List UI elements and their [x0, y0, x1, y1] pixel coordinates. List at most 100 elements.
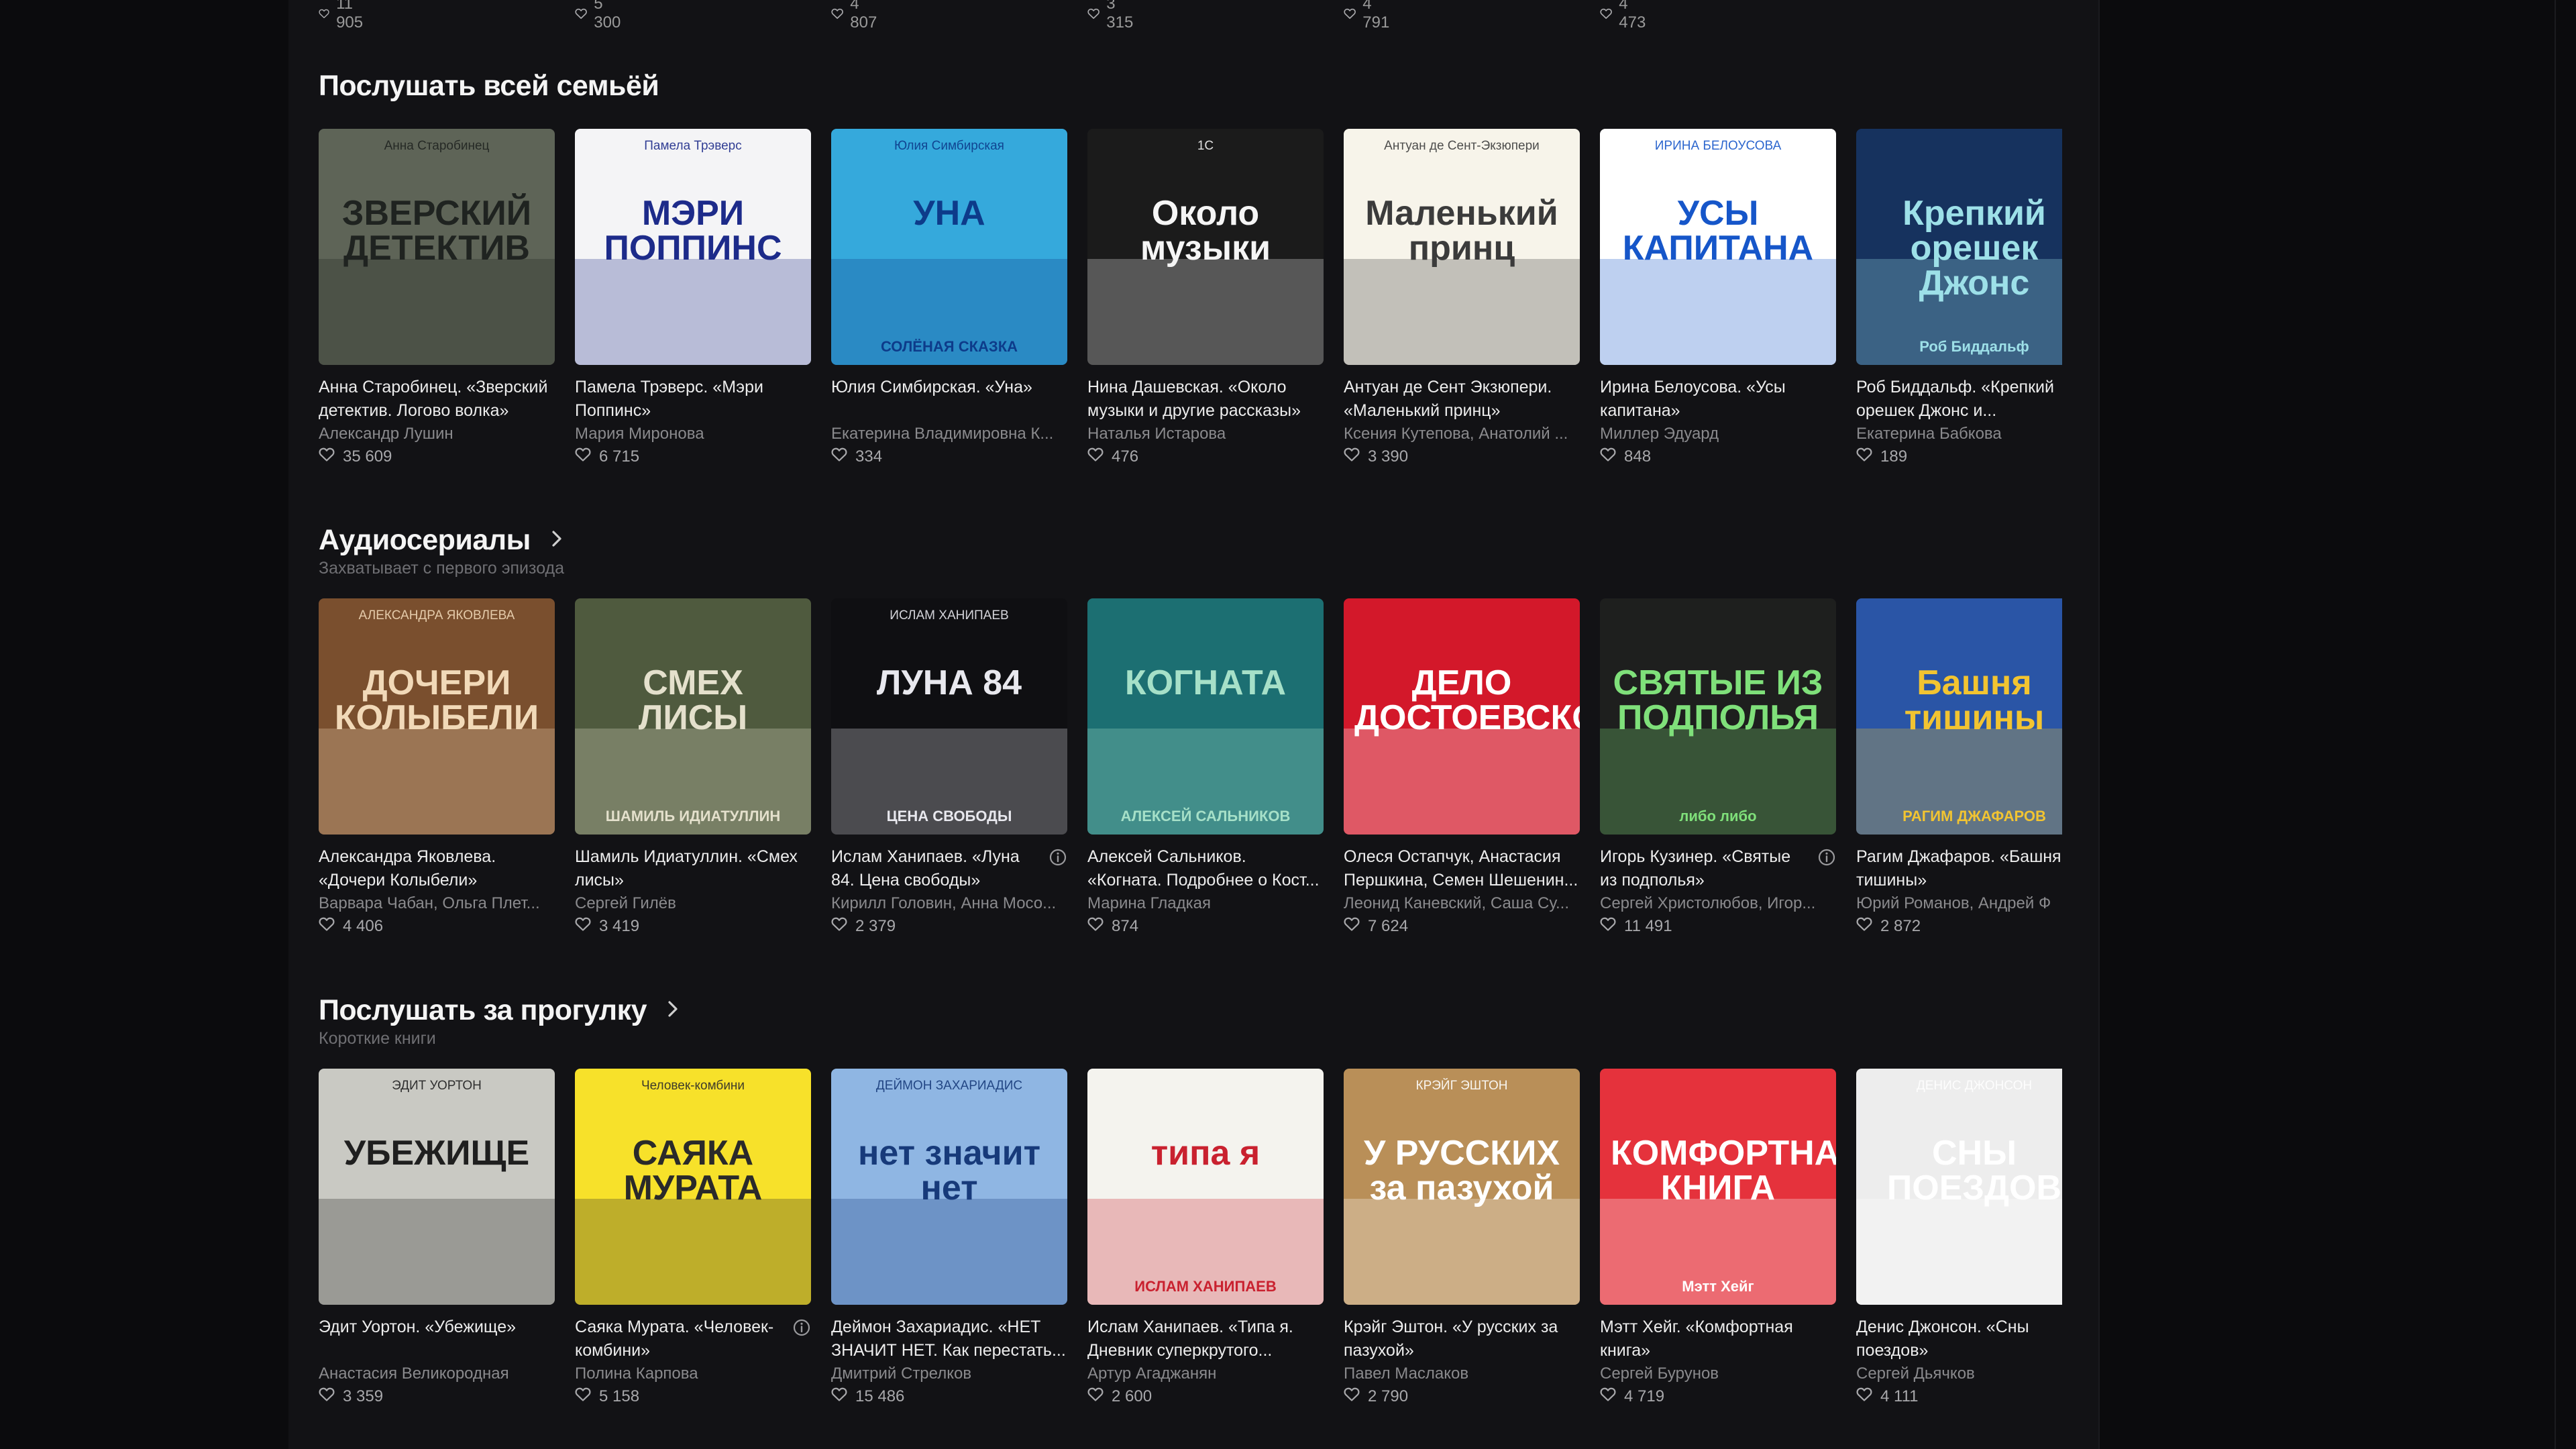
- book-title[interactable]: Александра Яковлева. «Дочери Колыбели»: [319, 845, 555, 892]
- book-narrator[interactable]: Леонид Каневский, Саша Су...: [1344, 892, 1580, 915]
- book-card[interactable]: ДЕЛО ДОСТОЕВСКОГО Олеся Остапчук, Анастас…: [1344, 598, 1580, 938]
- book-cover[interactable]: 1С Около музыки: [1087, 129, 1324, 365]
- heart-icon[interactable]: [575, 1385, 591, 1408]
- book-narrator[interactable]: Сергей Христолюбов, Игор...: [1600, 892, 1836, 915]
- book-title-text[interactable]: Рагим Джафаров. «Башня тишины»: [1856, 847, 2061, 890]
- book-title-text[interactable]: Эдит Уортон. «Убежище»: [319, 1318, 516, 1336]
- book-narrator[interactable]: Павел Маслаков: [1344, 1362, 1580, 1385]
- book-card[interactable]: 1С Около музыки Нина Дашевская. «Около муз…: [1087, 129, 1324, 468]
- section-header[interactable]: Аудиосериалы: [319, 521, 2066, 559]
- book-cover[interactable]: типа я ИСЛАМ ХАНИПАЕВ: [1087, 1069, 1324, 1305]
- book-narrator[interactable]: Полина Карпова: [575, 1362, 811, 1385]
- book-cover[interactable]: Башня тишины РАГИМ ДЖАФАРОВ: [1856, 598, 2062, 835]
- book-cover[interactable]: АЛЕКСАНДРА ЯКОВЛЕВА ДОЧЕРИ КОЛЫБЕЛИ: [319, 598, 555, 835]
- book-card[interactable]: ЭДИТ УОРТОН УБЕЖИЩЕ Эдит Уортон. «Убежище»…: [319, 1069, 555, 1408]
- book-narrator[interactable]: Наталья Истарова: [1087, 423, 1324, 445]
- heart-icon[interactable]: [1600, 915, 1616, 938]
- book-card[interactable]: АЛЕКСАНДРА ЯКОВЛЕВА ДОЧЕРИ КОЛЫБЕЛИ Алекса…: [319, 598, 555, 938]
- book-card[interactable]: СВЯТЫЕ ИЗ ПОДПОЛЬЯ либо либо Игорь Кузинер…: [1600, 598, 1836, 938]
- book-cover[interactable]: ИСЛАМ ХАНИПАЕВ ЛУНА 84 ЦЕНА СВОБОДЫ: [831, 598, 1067, 835]
- book-cover[interactable]: КРЭЙГ ЭШТОН У РУССКИХ за пазухой: [1344, 1069, 1580, 1305]
- book-title[interactable]: Деймон Захариадис. «НЕТ ЗНАЧИТ НЕТ. Как …: [831, 1316, 1067, 1362]
- heart-icon[interactable]: [831, 1385, 847, 1408]
- book-title-text[interactable]: Ислам Ханипаев. «Типа я. Дневник суперкр…: [1087, 1318, 1293, 1360]
- section-header[interactable]: Послушать за прогулку: [319, 991, 2066, 1029]
- heart-icon[interactable]: [575, 445, 591, 468]
- book-title-text[interactable]: Саяка Мурата. «Человек-комбини»: [575, 1318, 773, 1360]
- book-title[interactable]: Нина Дашевская. «Около музыки и другие р…: [1087, 376, 1324, 423]
- book-title[interactable]: Крэйг Эштон. «У русских за пазухой»: [1344, 1316, 1580, 1362]
- book-card[interactable]: Башня тишины РАГИМ ДЖАФАРОВ Рагим Джафаров…: [1856, 598, 2062, 938]
- heart-icon[interactable]: [1087, 445, 1104, 468]
- book-narrator[interactable]: Екатерина Владимировна К...: [831, 423, 1067, 445]
- book-title-text[interactable]: Олеся Остапчук, Анастасия Першкина, Семе…: [1344, 847, 1578, 890]
- book-title[interactable]: Ислам Ханипаев. «Типа я. Дневник суперкр…: [1087, 1316, 1324, 1362]
- heart-icon[interactable]: [1344, 915, 1360, 938]
- book-cover[interactable]: Анна Старобинец ЗВЕРСКИЙ ДЕТЕКТИВ: [319, 129, 555, 365]
- book-card[interactable]: ИСЛАМ ХАНИПАЕВ ЛУНА 84 ЦЕНА СВОБОДЫ Ислам Х…: [831, 598, 1067, 938]
- book-title-text[interactable]: Денис Джонсон. «Сны поездов»: [1856, 1318, 2029, 1360]
- book-title[interactable]: Роб Биддальф. «Крепкий орешек Джонс и...: [1856, 376, 2062, 423]
- book-title[interactable]: Игорь Кузинер. «Святые из подполья»: [1600, 845, 1836, 892]
- book-cover[interactable]: Крепкий орешек Джонс Роб Биддальф: [1856, 129, 2062, 365]
- book-title[interactable]: Памела Трэверс. «Мэри Поппинс»: [575, 376, 811, 423]
- book-title-text[interactable]: Крэйг Эштон. «У русских за пазухой»: [1344, 1318, 1558, 1360]
- book-title-text[interactable]: Антуан де Сент Экзюпери. «Маленький прин…: [1344, 378, 1552, 420]
- heart-icon[interactable]: [1600, 1385, 1616, 1408]
- book-cover[interactable]: Антуан де Сент-Экзюпери Маленький принц: [1344, 129, 1580, 365]
- book-narrator[interactable]: Мария Миронова: [575, 423, 811, 445]
- heart-icon[interactable]: [1600, 445, 1616, 468]
- book-title[interactable]: Ирина Белоусова. «Усы капитана»: [1600, 376, 1836, 423]
- book-title-text[interactable]: Юлия Симбирская. «Уна»: [831, 378, 1032, 396]
- book-cover[interactable]: ДЕЛО ДОСТОЕВСКОГО: [1344, 598, 1580, 835]
- heart-icon[interactable]: [831, 445, 847, 468]
- book-title-text[interactable]: Ирина Белоусова. «Усы капитана»: [1600, 378, 1786, 420]
- book-narrator[interactable]: Сергей Дьячков: [1856, 1362, 2062, 1385]
- book-narrator[interactable]: Кирилл Головин, Анна Мосо...: [831, 892, 1067, 915]
- section-title[interactable]: Аудиосериалы: [319, 524, 531, 557]
- book-card[interactable]: Юлия Симбирская УНА СОЛЁНАЯ СКАЗКА Юлия Сим…: [831, 129, 1067, 468]
- heart-icon[interactable]: [319, 915, 335, 938]
- heart-icon[interactable]: [1856, 445, 1872, 468]
- book-card[interactable]: ДЕНИС ДЖОНСОН СНЫ ПОЕЗДОВ Денис Джонсон. «…: [1856, 1069, 2062, 1408]
- book-title-text[interactable]: Алексей Сальников. «Когната. Подробнее о…: [1087, 847, 1320, 890]
- book-narrator[interactable]: Варвара Чабан, Ольга Плет...: [319, 892, 555, 915]
- book-title-text[interactable]: Нина Дашевская. «Около музыки и другие р…: [1087, 378, 1301, 420]
- book-narrator[interactable]: Дмитрий Стрелков: [831, 1362, 1067, 1385]
- chevron-right-icon[interactable]: [664, 1000, 682, 1021]
- heart-icon[interactable]: [1344, 445, 1360, 468]
- book-card[interactable]: Крепкий орешек Джонс Роб Биддальф Роб Бидд…: [1856, 129, 2062, 468]
- book-narrator[interactable]: Артур Агаджанян: [1087, 1362, 1324, 1385]
- book-card[interactable]: Человек-комбини САЯКА МУРАТА Саяка Мурата.…: [575, 1069, 811, 1408]
- book-narrator[interactable]: Юрий Романов, Андрей Ф: [1856, 892, 2062, 915]
- book-title-text[interactable]: Деймон Захариадис. «НЕТ ЗНАЧИТ НЕТ. Как …: [831, 1318, 1066, 1360]
- book-cover[interactable]: ДЕНИС ДЖОНСОН СНЫ ПОЕЗДОВ: [1856, 1069, 2062, 1305]
- book-cover[interactable]: ИРИНА БЕЛОУСОВА УСЫ КАПИТАНА: [1600, 129, 1836, 365]
- book-title[interactable]: Юлия Симбирская. «Уна»: [831, 376, 1067, 423]
- book-cover[interactable]: Памела Трэверс МЭРИ ПОППИНС: [575, 129, 811, 365]
- book-card[interactable]: КОМФОРТНАЯ КНИГА Мэтт Хейг Мэтт Хейг. «Ком…: [1600, 1069, 1836, 1408]
- book-title[interactable]: Шамиль Идиатуллин. «Смех лисы»: [575, 845, 811, 892]
- book-title[interactable]: Саяка Мурата. «Человек-комбини»: [575, 1316, 811, 1362]
- heart-icon[interactable]: [575, 915, 591, 938]
- book-title-text[interactable]: Ислам Ханипаев. «Луна 84. Цена свободы»: [831, 847, 1020, 890]
- book-cover[interactable]: КОМФОРТНАЯ КНИГА Мэтт Хейг: [1600, 1069, 1836, 1305]
- heart-icon[interactable]: [1087, 1385, 1104, 1408]
- book-narrator[interactable]: Ксения Кутепова, Анатолий ...: [1344, 423, 1580, 445]
- book-cover[interactable]: СМЕХ ЛИСЫ ШАМИЛЬ ИДИАТУЛЛИН: [575, 598, 811, 835]
- heart-icon[interactable]: [1856, 915, 1872, 938]
- book-card[interactable]: ДЕЙМОН ЗАХАРИАДИС нет значит нет Деймон За…: [831, 1069, 1067, 1408]
- book-narrator[interactable]: Миллер Эдуард: [1600, 423, 1836, 445]
- book-narrator[interactable]: Марина Гладкая: [1087, 892, 1324, 915]
- heart-icon[interactable]: [1856, 1385, 1872, 1408]
- book-narrator[interactable]: Сергей Гилёв: [575, 892, 811, 915]
- heart-icon[interactable]: [1344, 1385, 1360, 1408]
- book-title[interactable]: Денис Джонсон. «Сны поездов»: [1856, 1316, 2062, 1362]
- book-cover[interactable]: Человек-комбини САЯКА МУРАТА: [575, 1069, 811, 1305]
- book-card[interactable]: КРЭЙГ ЭШТОН У РУССКИХ за пазухой Крэйг Эшт…: [1344, 1069, 1580, 1408]
- book-title-text[interactable]: Игорь Кузинер. «Святые из подполья»: [1600, 847, 1790, 890]
- book-title[interactable]: Алексей Сальников. «Когната. Подробнее о…: [1087, 845, 1324, 892]
- book-card[interactable]: КОГНАТА АЛЕКСЕЙ САЛЬНИКОВ Алексей Сальнико…: [1087, 598, 1324, 938]
- book-card[interactable]: Памела Трэверс МЭРИ ПОППИНС Памела Трэверс…: [575, 129, 811, 468]
- book-title[interactable]: Эдит Уортон. «Убежище»: [319, 1316, 555, 1362]
